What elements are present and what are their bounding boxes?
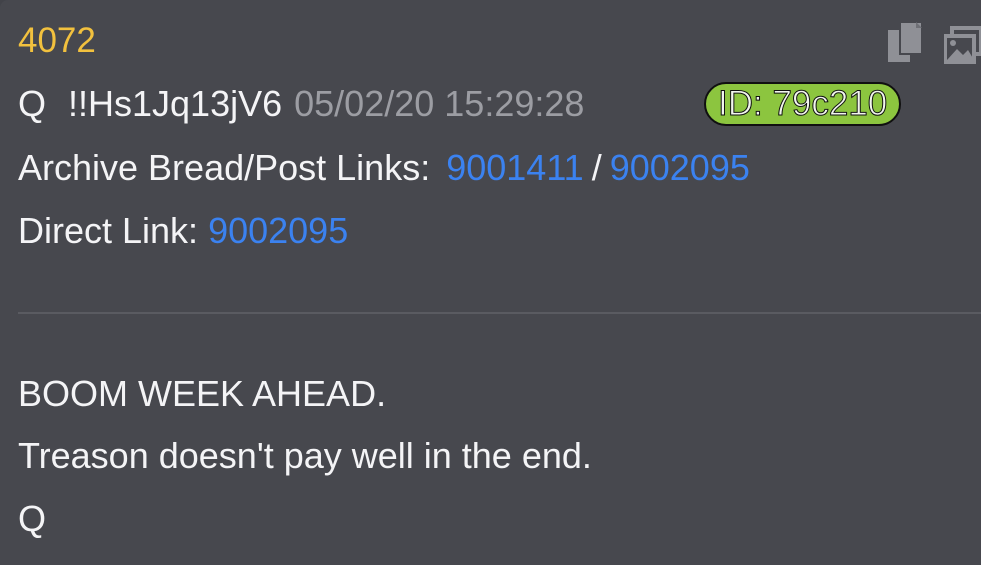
tripcode: !!Hs1Jq13jV6 — [68, 83, 283, 124]
author-name: Q — [18, 83, 47, 124]
post-link[interactable]: 9002095 — [610, 147, 750, 188]
bread-link[interactable]: 9001411 — [446, 147, 583, 188]
post-card: 4072 Q !!Hs1Jq13jV6 05/02/20 15:29:28 ID: … — [0, 0, 981, 565]
timestamp: 05/02/20 15:29:28 — [294, 83, 585, 124]
post-number: 4072 — [18, 21, 96, 60]
direct-link-row: Direct Link: 9002095 — [18, 209, 348, 253]
archive-label: Archive Bread/Post Links: — [18, 147, 431, 188]
direct-link[interactable]: 9002095 — [208, 210, 348, 251]
divider — [18, 312, 981, 314]
post-body-line: Treason doesn't pay well in the end. — [18, 435, 592, 476]
post-meta: Q !!Hs1Jq13jV6 05/02/20 15:29:28 ID: 79c21… — [18, 82, 902, 126]
link-separator: / — [591, 147, 602, 188]
id-badge[interactable]: ID: 79c210 — [704, 82, 902, 126]
image-icon[interactable] — [944, 20, 981, 64]
copy-icon[interactable] — [886, 20, 926, 64]
post-body-line: BOOM WEEK AHEAD. — [18, 373, 387, 414]
archive-links: Archive Bread/Post Links: 9001411/900209… — [18, 146, 750, 190]
post-body-line: Q — [18, 498, 47, 539]
direct-label: Direct Link: — [18, 210, 199, 251]
